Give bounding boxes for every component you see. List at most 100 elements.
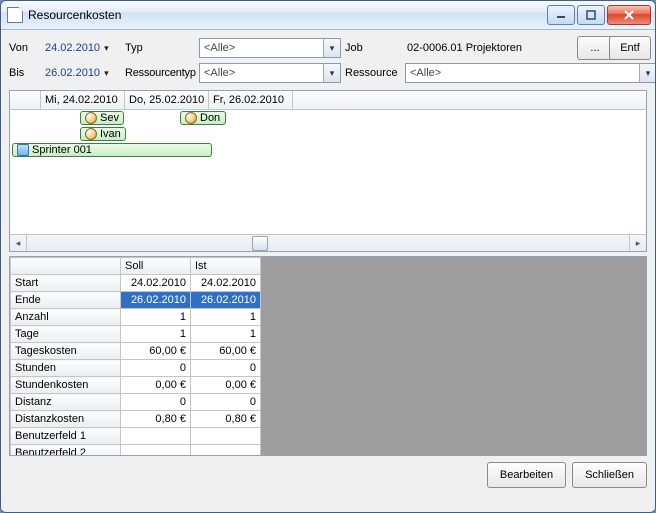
app-window: Resourcenkosten Von 24.02.2010 ▾ Typ <Al… [0,0,656,513]
bis-date-picker[interactable]: 26.02.2010 ▾ [45,67,121,79]
cell-ist[interactable]: 26.02.2010 [191,292,261,309]
cell-soll[interactable]: 0,80 € [121,411,191,428]
cell-ist[interactable] [191,428,261,445]
gantt-day-header[interactable]: Do, 25.02.2010 [125,91,209,109]
cell-soll[interactable] [121,445,191,456]
cell-soll[interactable]: 0 [121,394,191,411]
dropdown-icon: ▾ [323,39,340,57]
von-label: Von [9,42,41,54]
gantt-day-header[interactable]: Fr, 26.02.2010 [209,91,293,109]
client-area: Von 24.02.2010 ▾ Typ <Alle> ▾ Job 02-000… [1,30,655,512]
col-ist[interactable]: Ist [191,258,261,275]
chip-label: Don [200,112,220,124]
table-row[interactable]: Distanzkosten0,80 €0,80 € [11,411,261,428]
cell-soll[interactable]: 1 [121,326,191,343]
person-icon [85,128,97,140]
row-header: Anzahl [11,309,121,326]
table-row[interactable]: Tageskosten60,00 €60,00 € [11,343,261,360]
cell-ist[interactable]: 0 [191,360,261,377]
cell-ist[interactable]: 0,80 € [191,411,261,428]
grid-corner [11,258,121,275]
ressource-label: Ressource [345,67,401,79]
gantt-person-chip[interactable]: Don [180,111,226,125]
gantt-h-scrollbar[interactable]: ◂ ▸ [10,234,646,251]
table-row[interactable]: Start24.02.201024.02.2010 [11,275,261,292]
typ-value: <Alle> [200,42,323,54]
filter-row-1: Von 24.02.2010 ▾ Typ <Alle> ▾ Job 02-000… [9,36,647,60]
cell-soll[interactable]: 24.02.2010 [121,275,191,292]
gantt-day-header[interactable]: Mi, 24.02.2010 [41,91,125,109]
chip-label: Sev [100,112,119,124]
gantt-vehicle-chip[interactable]: Sprinter 001 [12,143,212,157]
table-row[interactable]: Benutzerfeld 2 [11,445,261,456]
table-row[interactable]: Tage11 [11,326,261,343]
window-title: Resourcenkosten [28,8,121,22]
person-icon [185,112,197,124]
von-date-value: 24.02.2010 [45,42,100,54]
cell-soll[interactable]: 26.02.2010 [121,292,191,309]
row-header: Distanzkosten [11,411,121,428]
cell-ist[interactable]: 0,00 € [191,377,261,394]
cell-soll[interactable]: 0,00 € [121,377,191,394]
gantt-person-chip[interactable]: Sev [80,111,124,125]
scroll-right-icon[interactable]: ▸ [629,235,646,251]
row-header: Tage [11,326,121,343]
cell-ist[interactable]: 24.02.2010 [191,275,261,292]
row-header: Stundenkosten [11,377,121,394]
gantt-body[interactable]: Sev Don Ivan Sprinter 001 [10,110,646,234]
close-button[interactable] [607,5,651,25]
cell-ist[interactable]: 60,00 € [191,343,261,360]
document-icon [7,7,23,23]
cost-grid[interactable]: Soll Ist Start24.02.201024.02.2010Ende26… [10,257,261,455]
ressourcentyp-value: <Alle> [200,67,323,79]
typ-combo[interactable]: <Alle> ▾ [199,38,341,58]
close-window-button[interactable]: Schließen [572,462,647,488]
cell-ist[interactable]: 0 [191,394,261,411]
edit-button[interactable]: Bearbeiten [487,462,566,488]
vehicle-icon [17,144,29,156]
entf-button[interactable]: Entf [609,36,651,60]
cell-ist[interactable]: 1 [191,326,261,343]
dropdown-icon: ▾ [104,68,109,79]
table-row[interactable]: Anzahl11 [11,309,261,326]
scroll-thumb[interactable] [252,236,268,251]
job-label: Job [345,42,401,54]
chip-label: Sprinter 001 [32,144,92,156]
table-row[interactable]: Stundenkosten0,00 €0,00 € [11,377,261,394]
cell-ist[interactable] [191,445,261,456]
row-header: Ende [11,292,121,309]
person-icon [85,112,97,124]
cell-soll[interactable]: 0 [121,360,191,377]
grid-panel: Soll Ist Start24.02.201024.02.2010Ende26… [9,256,647,456]
row-header: Tageskosten [11,343,121,360]
cell-ist[interactable]: 1 [191,309,261,326]
gantt-panel: Mi, 24.02.2010Do, 25.02.2010Fr, 26.02.20… [9,90,647,252]
job-value: 02-0006.01 Projektoren [405,42,573,54]
bis-date-value: 26.02.2010 [45,67,100,79]
dropdown-icon: ▾ [104,43,109,54]
footer: Bearbeiten Schließen [9,462,647,488]
ressource-combo[interactable]: <Alle> ▾ [405,63,656,83]
table-row[interactable]: Distanz00 [11,394,261,411]
dropdown-icon: ▾ [323,64,340,82]
gantt-header: Mi, 24.02.2010Do, 25.02.2010Fr, 26.02.20… [10,91,646,110]
cell-soll[interactable]: 1 [121,309,191,326]
table-row[interactable]: Benutzerfeld 1 [11,428,261,445]
scroll-left-icon[interactable]: ◂ [10,235,27,251]
job-browse-button[interactable]: ... [577,36,613,60]
ressource-value: <Alle> [406,67,639,79]
row-header: Benutzerfeld 2 [11,445,121,456]
typ-label: Typ [125,42,195,54]
gantt-person-chip[interactable]: Ivan [80,127,126,141]
maximize-button[interactable] [577,5,605,25]
dropdown-icon: ▾ [639,64,656,82]
table-row[interactable]: Ende26.02.201026.02.2010 [11,292,261,309]
minimize-button[interactable] [547,5,575,25]
cell-soll[interactable]: 60,00 € [121,343,191,360]
cell-soll[interactable] [121,428,191,445]
ressourcentyp-combo[interactable]: <Alle> ▾ [199,63,341,83]
table-row[interactable]: Stunden00 [11,360,261,377]
von-date-picker[interactable]: 24.02.2010 ▾ [45,42,121,54]
filter-row-2: Bis 26.02.2010 ▾ Ressourcentyp <Alle> ▾ … [9,63,647,83]
col-soll[interactable]: Soll [121,258,191,275]
